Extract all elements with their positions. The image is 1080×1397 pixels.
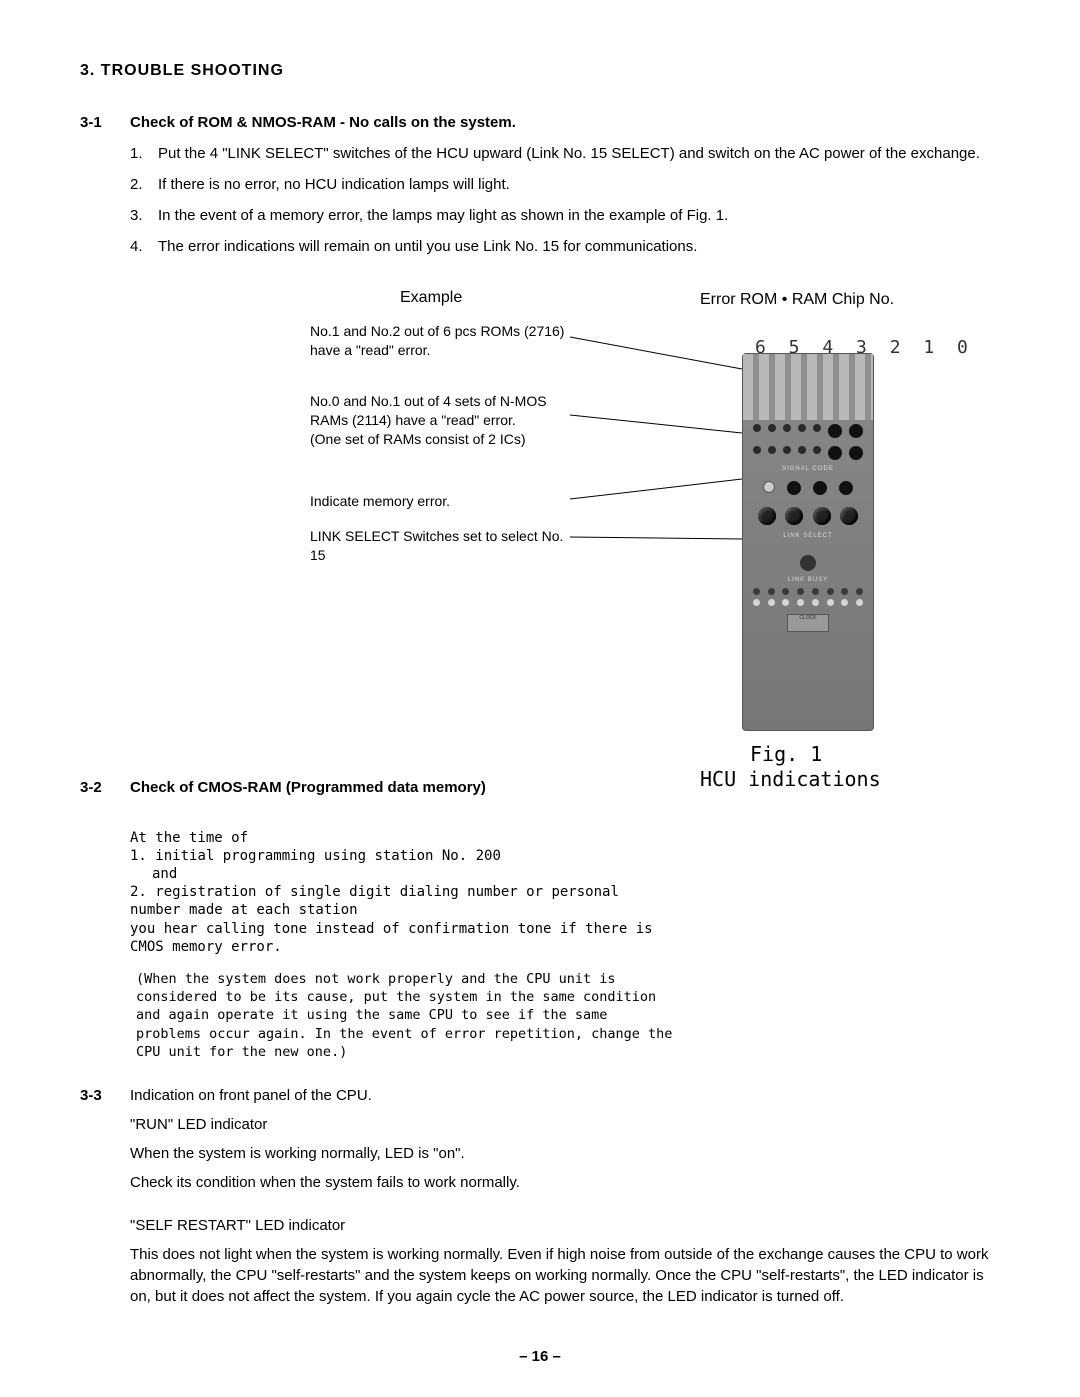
hcu-lamp-row-2	[743, 442, 873, 464]
page: 3. TROUBLE SHOOTING 3-1 Check of ROM & N…	[0, 0, 1080, 1397]
text: 1.	[130, 848, 147, 864]
example-label: Example	[400, 287, 462, 309]
self-restart-heading: "SELF RESTART" LED indicator	[130, 1215, 1000, 1236]
self-restart-body: This does not light when the system is w…	[130, 1244, 1000, 1307]
hcu-lamp-row-1	[743, 420, 873, 442]
list-item: 1. Put the 4 "LINK SELECT" switches of t…	[130, 143, 1000, 164]
error-rom-ram-label: Error ROM • RAM Chip No.	[700, 289, 894, 311]
page-number: – 16 –	[0, 1346, 1080, 1367]
callout-memory-error: Indicate memory error.	[310, 492, 570, 511]
callout-link-select: LINK SELECT Switches set to select No. 1…	[310, 527, 570, 565]
subsection-title: Indication on front panel of the CPU.	[130, 1085, 372, 1106]
list-item: 4. The error indications will remain on …	[130, 236, 1000, 257]
example-figure-block: Example Error ROM • RAM Chip No. 6 5 4 3…	[80, 287, 1000, 747]
run-led-heading: "RUN" LED indicator	[130, 1114, 1000, 1135]
hcu-label-link-select: LINK SELECT	[743, 531, 873, 541]
item-number: 4.	[130, 236, 158, 257]
hcu-digit-row-1	[743, 586, 873, 597]
subsection-3-3-head: 3-3 Indication on front panel of the CPU…	[80, 1085, 1000, 1106]
item-number: 1.	[130, 143, 158, 164]
item-text: The error indications will remain on unt…	[158, 236, 1000, 257]
subsection-number: 3-3	[80, 1085, 130, 1106]
subsection-number: 3-2	[80, 777, 130, 798]
run-led-line-1: When the system is working normally, LED…	[130, 1143, 1000, 1164]
item-number: 3.	[130, 205, 158, 226]
hcu-digit-row-2	[743, 597, 873, 608]
hcu-switch-bank	[743, 354, 873, 420]
text: registration of single digit dialing num…	[130, 884, 627, 918]
hcu-label-signal-code: SIGNAL CODE	[743, 464, 873, 474]
run-led-line-2: Check its condition when the system fail…	[130, 1172, 1000, 1193]
list-item: 2. If there is no error, no HCU indicati…	[130, 174, 1000, 195]
figure-number: Fig. 1	[750, 740, 822, 768]
hcu-label-link-busy: LINK BUSY	[743, 575, 873, 585]
text: you hear calling tone instead of confirm…	[130, 921, 661, 955]
text: initial programming using station No. 20…	[155, 848, 501, 864]
figure-caption: HCU indications	[700, 765, 881, 793]
hcu-panel-illustration: SIGNAL CODE LINK SELECT LINK BUSY	[742, 353, 874, 731]
hcu-clock-box: CLOCK	[787, 614, 829, 632]
item-text: If there is no error, no HCU indication …	[158, 174, 1000, 195]
list-3-1: 1. Put the 4 "LINK SELECT" switches of t…	[130, 143, 1000, 257]
list-item: 3. In the event of a memory error, the l…	[130, 205, 1000, 226]
text: 2.	[130, 884, 147, 900]
section-heading: 3. TROUBLE SHOOTING	[80, 60, 1000, 82]
subsection-number: 3-1	[80, 112, 130, 133]
subsection-title: Check of CMOS-RAM (Programmed data memor…	[130, 777, 486, 798]
callout-rom-error: No.1 and No.2 out of 6 pcs ROMs (2716) h…	[310, 322, 570, 360]
subsection-3-1-head: 3-1 Check of ROM & NMOS-RAM - No calls o…	[80, 112, 1000, 133]
subsection-3-2-body: At the time of 1. initial programming us…	[130, 810, 670, 956]
subsection-3-2-note: (When the system does not work properly …	[136, 970, 676, 1061]
subsection-title: Check of ROM & NMOS-RAM - No calls on th…	[130, 112, 516, 133]
text: At the time of	[130, 830, 248, 846]
hcu-link-select-dials	[743, 501, 873, 531]
hcu-single-led	[800, 555, 816, 571]
item-number: 2.	[130, 174, 158, 195]
text: and	[152, 865, 670, 883]
callout-ram-error: No.0 and No.1 out of 4 sets of N-MOS RAM…	[310, 392, 570, 449]
item-text: Put the 4 "LINK SELECT" switches of the …	[158, 143, 1000, 164]
item-text: In the event of a memory error, the lamp…	[158, 205, 1000, 226]
hcu-lamp-row-3	[743, 475, 873, 501]
